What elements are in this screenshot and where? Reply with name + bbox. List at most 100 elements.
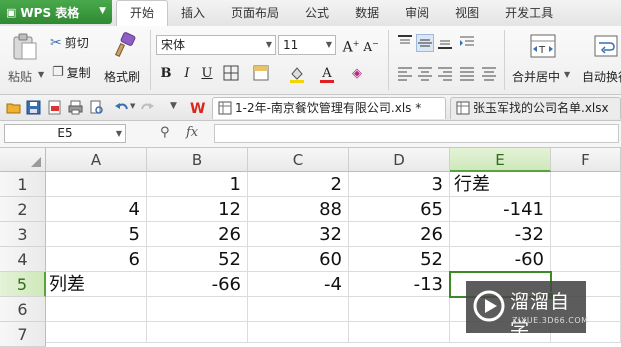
- italic-button[interactable]: I: [178, 65, 196, 83]
- cell-e3[interactable]: -32: [450, 222, 551, 247]
- cell-d7[interactable]: [349, 322, 450, 343]
- export-pdf-icon[interactable]: [47, 100, 62, 115]
- cell-b6[interactable]: [147, 297, 248, 322]
- cell-f2[interactable]: [551, 197, 621, 222]
- paste-button[interactable]: 粘贴 ▼: [4, 30, 46, 90]
- tab-developer[interactable]: 开发工具: [492, 0, 566, 26]
- borders-icon[interactable]: [222, 65, 240, 83]
- copy-button[interactable]: ❐ 复制: [52, 64, 91, 81]
- cell-a1[interactable]: [46, 172, 147, 197]
- cell-d4[interactable]: 52: [349, 247, 450, 272]
- print-preview-icon[interactable]: [89, 100, 104, 115]
- column-header-a[interactable]: A: [46, 148, 147, 172]
- print-icon[interactable]: [68, 100, 83, 115]
- app-menu-button[interactable]: ▣ WPS 表格 ▼: [0, 0, 112, 24]
- cell-b1[interactable]: 1: [147, 172, 248, 197]
- name-box[interactable]: E5 ▼: [4, 124, 126, 143]
- tab-insert[interactable]: 插入: [168, 0, 218, 26]
- align-center-icon[interactable]: [416, 65, 434, 83]
- font-color-icon[interactable]: A: [318, 65, 336, 83]
- undo-icon[interactable]: [114, 100, 129, 115]
- cell-b3[interactable]: 26: [147, 222, 248, 247]
- cell-f3[interactable]: [551, 222, 621, 247]
- font-size-select[interactable]: 11 ▼: [278, 35, 336, 55]
- customize-toolbar-icon[interactable]: ▼: [170, 101, 177, 111]
- cell-a4[interactable]: 6: [46, 247, 147, 272]
- tab-review[interactable]: 审阅: [392, 0, 442, 26]
- cell-a7[interactable]: [46, 322, 147, 343]
- save-icon[interactable]: [26, 100, 41, 115]
- doc-tab-active[interactable]: 1-2年-南京餐饮管理有限公司.xls *: [212, 97, 446, 119]
- cell-c2[interactable]: 88: [248, 197, 349, 222]
- tab-page-layout[interactable]: 页面布局: [218, 0, 292, 26]
- insert-function-button[interactable]: fx: [186, 125, 198, 140]
- cell-e1[interactable]: 行差: [450, 172, 551, 197]
- cell-d1[interactable]: 3: [349, 172, 450, 197]
- align-left-icon[interactable]: [396, 65, 414, 83]
- bold-button[interactable]: B: [157, 65, 175, 83]
- chevron-down-icon[interactable]: ▼: [130, 102, 135, 110]
- select-all-corner[interactable]: [0, 148, 46, 172]
- cell-c5[interactable]: -4: [248, 272, 349, 297]
- align-right-icon[interactable]: [436, 65, 454, 83]
- cell-f4[interactable]: [551, 247, 621, 272]
- underline-button[interactable]: U: [198, 65, 216, 83]
- cell-f1[interactable]: [551, 172, 621, 197]
- cell-c7[interactable]: [248, 322, 349, 343]
- cell-c4[interactable]: 60: [248, 247, 349, 272]
- distribute-icon[interactable]: [480, 65, 498, 83]
- cell-d2[interactable]: 65: [349, 197, 450, 222]
- cell-a2[interactable]: 4: [46, 197, 147, 222]
- cell-c6[interactable]: [248, 297, 349, 322]
- cell-b4[interactable]: 52: [147, 247, 248, 272]
- doc-tab-inactive[interactable]: 张玉军找的公司名单.xlsx: [450, 97, 621, 119]
- auto-wrap-button[interactable]: 自动换行: [580, 30, 621, 90]
- row-header-2[interactable]: 2: [0, 197, 46, 222]
- column-header-c[interactable]: C: [248, 148, 349, 172]
- cell-e4[interactable]: -60: [450, 247, 551, 272]
- indent-icon[interactable]: [458, 34, 476, 52]
- row-header-7[interactable]: 7: [0, 322, 46, 347]
- cell-d6[interactable]: [349, 297, 450, 322]
- tab-formulas[interactable]: 公式: [292, 0, 342, 26]
- font-name-select[interactable]: 宋体 ▼: [156, 35, 276, 55]
- clear-format-icon[interactable]: ◈: [348, 65, 366, 83]
- cell-b5[interactable]: -66: [147, 272, 248, 297]
- column-header-e[interactable]: E: [450, 148, 551, 172]
- merge-center-button[interactable]: T 合并居中 ▼: [510, 30, 574, 90]
- tab-view[interactable]: 视图: [442, 0, 492, 26]
- zoom-search-icon[interactable]: ⚲: [160, 125, 170, 140]
- cell-b7[interactable]: [147, 322, 248, 343]
- align-bottom-icon[interactable]: [436, 34, 454, 52]
- row-header-5[interactable]: 5: [0, 272, 46, 297]
- justify-icon[interactable]: [458, 65, 476, 83]
- cell-a5[interactable]: 列差: [46, 272, 147, 297]
- open-folder-icon[interactable]: [6, 100, 21, 115]
- cell-a6[interactable]: [46, 297, 147, 322]
- cell-style-icon[interactable]: [252, 65, 270, 83]
- fill-color-icon[interactable]: [288, 65, 306, 83]
- align-top-icon[interactable]: [396, 34, 414, 52]
- row-header-6[interactable]: 6: [0, 297, 46, 322]
- decrease-font-icon[interactable]: A−: [362, 35, 380, 54]
- cell-a3[interactable]: 5: [46, 222, 147, 247]
- cell-d3[interactable]: 26: [349, 222, 450, 247]
- cell-b2[interactable]: 12: [147, 197, 248, 222]
- column-header-b[interactable]: B: [147, 148, 248, 172]
- cell-e2[interactable]: -141: [450, 197, 551, 222]
- formula-input[interactable]: [214, 124, 619, 143]
- row-header-1[interactable]: 1: [0, 172, 46, 197]
- cell-c1[interactable]: 2: [248, 172, 349, 197]
- column-header-f[interactable]: F: [551, 148, 621, 172]
- row-header-3[interactable]: 3: [0, 222, 46, 247]
- cell-c3[interactable]: 32: [248, 222, 349, 247]
- tab-home[interactable]: 开始: [116, 0, 169, 26]
- format-painter-button[interactable]: 格式刷: [104, 30, 144, 90]
- align-middle-icon[interactable]: [416, 34, 434, 52]
- cell-d5[interactable]: -13: [349, 272, 450, 297]
- tab-data[interactable]: 数据: [342, 0, 392, 26]
- column-header-d[interactable]: D: [349, 148, 450, 172]
- redo-icon[interactable]: [140, 100, 155, 115]
- cut-button[interactable]: ✂ 剪切: [50, 34, 89, 51]
- increase-font-icon[interactable]: A+: [342, 35, 360, 56]
